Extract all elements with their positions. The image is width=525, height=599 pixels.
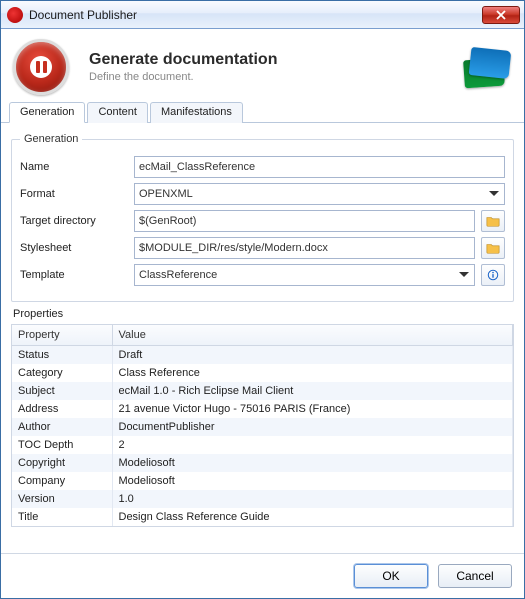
property-name: Address (12, 400, 112, 418)
property-value[interactable]: 21 avenue Victor Hugo - 75016 PARIS (Fra… (112, 400, 513, 418)
tab-bar: Generation Content Manifestations (1, 101, 524, 123)
template-label: Template (20, 269, 128, 281)
property-value[interactable]: Draft (112, 346, 513, 365)
stylesheet-label: Stylesheet (20, 242, 128, 254)
property-value[interactable]: Modeliosoft (112, 454, 513, 472)
dialog-header: Generate documentation Define the docume… (1, 29, 524, 97)
tab-panel-generation: Generation Name Format Target directory (1, 123, 524, 553)
dialog-subtitle: Define the document. (89, 71, 458, 83)
name-input[interactable] (134, 156, 505, 178)
window-title: Document Publisher (29, 8, 482, 22)
property-name: Category (12, 364, 112, 382)
generation-legend: Generation (20, 133, 82, 145)
property-name: Title (12, 508, 112, 526)
property-name: Copyright (12, 454, 112, 472)
target-directory-label: Target directory (20, 215, 128, 227)
property-name: Subject (12, 382, 112, 400)
format-label: Format (20, 188, 128, 200)
property-value[interactable]: 2 (112, 436, 513, 454)
table-row[interactable]: TOC Depth2 (12, 436, 513, 454)
info-icon (486, 269, 500, 281)
table-row[interactable]: TitleDesign Class Reference Guide (12, 508, 513, 526)
properties-col-value[interactable]: Value (112, 325, 513, 346)
tab-manifestations[interactable]: Manifestations (150, 102, 243, 123)
ok-button[interactable]: OK (354, 564, 428, 588)
books-icon (464, 47, 512, 87)
cancel-button[interactable]: Cancel (438, 564, 512, 588)
format-select[interactable] (134, 183, 505, 205)
property-value[interactable]: 1.0 (112, 490, 513, 508)
properties-col-property[interactable]: Property (12, 325, 112, 346)
property-value[interactable]: ecMail 1.0 - Rich Eclipse Mail Client (112, 382, 513, 400)
close-icon (496, 10, 506, 20)
stylesheet-input[interactable] (134, 237, 475, 259)
properties-table: Property Value StatusDraftCategoryClass … (11, 324, 514, 527)
table-row[interactable]: CompanyModeliosoft (12, 472, 513, 490)
property-value[interactable]: Design Class Reference Guide (112, 508, 513, 526)
template-info-button[interactable] (481, 264, 505, 286)
property-value[interactable]: DocumentPublisher (112, 418, 513, 436)
app-icon (7, 7, 23, 23)
table-row[interactable]: SubjectecMail 1.0 - Rich Eclipse Mail Cl… (12, 382, 513, 400)
property-value[interactable]: Modeliosoft (112, 472, 513, 490)
target-directory-input[interactable] (134, 210, 475, 232)
template-select[interactable] (134, 264, 475, 286)
dialog-title: Generate documentation (89, 51, 458, 69)
property-name: TOC Depth (12, 436, 112, 454)
property-name: Version (12, 490, 112, 508)
property-name: Status (12, 346, 112, 365)
table-row[interactable]: StatusDraft (12, 346, 513, 365)
browse-target-directory-button[interactable] (481, 210, 505, 232)
table-row[interactable]: CopyrightModeliosoft (12, 454, 513, 472)
table-row[interactable]: CategoryClass Reference (12, 364, 513, 382)
property-name: Company (12, 472, 112, 490)
property-value[interactable]: Class Reference (112, 364, 513, 382)
folder-icon (486, 215, 500, 227)
table-row[interactable]: AuthorDocumentPublisher (12, 418, 513, 436)
table-row[interactable]: Address21 avenue Victor Hugo - 75016 PAR… (12, 400, 513, 418)
generation-group: Generation Name Format Target directory (11, 133, 514, 302)
properties-label: Properties (13, 308, 514, 320)
publisher-logo-icon (13, 39, 69, 95)
dialog-footer: OK Cancel (1, 553, 524, 598)
name-label: Name (20, 161, 128, 173)
tab-content[interactable]: Content (87, 102, 148, 123)
browse-stylesheet-button[interactable] (481, 237, 505, 259)
table-row[interactable]: Version1.0 (12, 490, 513, 508)
titlebar: Document Publisher (1, 1, 524, 29)
tab-generation[interactable]: Generation (9, 102, 85, 123)
folder-icon (486, 242, 500, 254)
property-name: Author (12, 418, 112, 436)
close-button[interactable] (482, 6, 520, 24)
